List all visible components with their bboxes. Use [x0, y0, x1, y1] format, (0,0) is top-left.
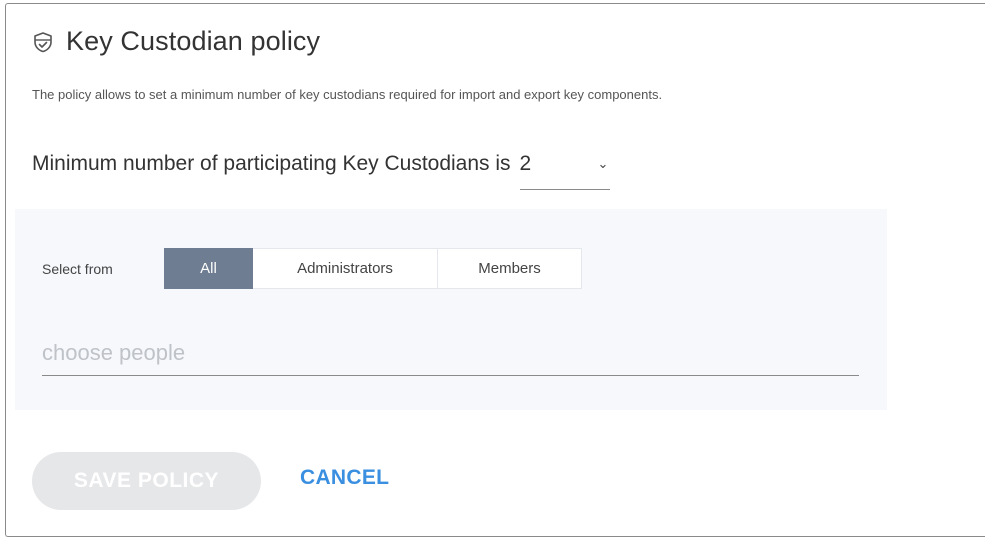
select-from-segmented-control: All Administrators Members: [164, 248, 582, 289]
segment-members-button[interactable]: Members: [438, 248, 582, 289]
minimum-custodians-select[interactable]: 2 ⌄: [519, 150, 610, 190]
panel-header: Key Custodian policy: [32, 26, 320, 57]
cancel-button[interactable]: CANCEL: [300, 466, 389, 490]
page-title: Key Custodian policy: [66, 26, 321, 56]
select-from-label: Select from: [42, 261, 113, 277]
shield-check-icon: [32, 31, 54, 53]
segment-all-button[interactable]: All: [164, 248, 253, 289]
segment-administrators-button[interactable]: Administrators: [253, 248, 438, 289]
policy-description: The policy allows to set a minimum numbe…: [32, 87, 663, 102]
chevron-down-icon: ⌄: [597, 156, 609, 171]
save-policy-button[interactable]: SAVE POLICY: [32, 452, 261, 510]
minimum-custodians-row: Minimum number of participating Key Cust…: [32, 150, 610, 190]
minimum-custodians-value: 2: [519, 152, 532, 175]
minimum-custodians-label: Minimum number of participating Key Cust…: [32, 152, 511, 175]
choose-people-input[interactable]: [42, 331, 859, 376]
key-custodian-policy-panel: Key Custodian policy The policy allows t…: [5, 3, 985, 537]
custodian-selector-box: Select from All Administrators Members: [15, 209, 887, 410]
